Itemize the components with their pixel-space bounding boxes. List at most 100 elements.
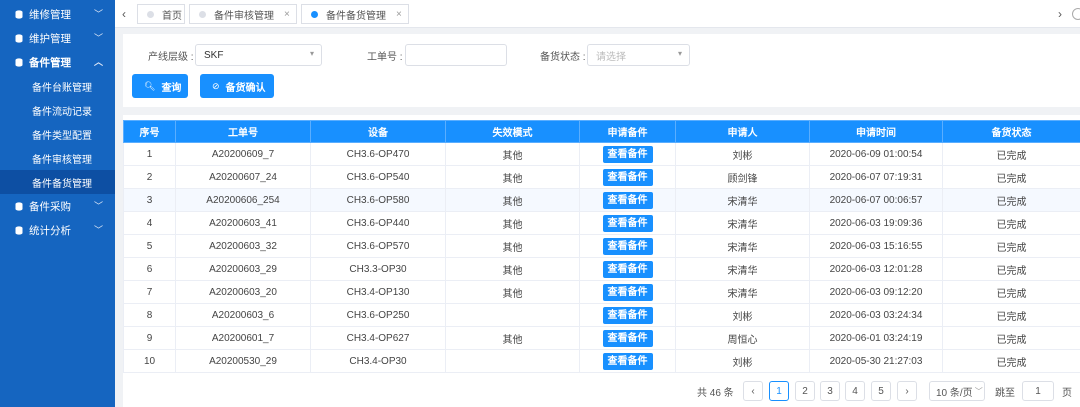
table-row[interactable]: 3 A20200606_254 CH3.6-OP580 其他 查看备件 宋清华 … xyxy=(123,188,1080,212)
view-parts-button[interactable]: 查看备件 xyxy=(602,329,653,347)
col-header-parts[interactable]: 申请备件 xyxy=(579,120,676,143)
view-parts-button[interactable]: 查看备件 xyxy=(602,191,653,209)
table-row[interactable]: 6 A20200603_29 CH3.3-OP30 其他 查看备件 宋清华 20… xyxy=(123,257,1080,281)
cell-order: A20200603_6 xyxy=(175,303,311,327)
chevron-down-icon: ﹀ xyxy=(93,201,103,211)
query-button[interactable]: 🔍︎ 查询 xyxy=(132,74,188,98)
tab-audit[interactable]: 备件审核管理 × xyxy=(189,4,297,24)
status-select[interactable]: 请选择 ▾ xyxy=(587,44,690,66)
nav-sub-ledger[interactable]: 备件台账管理 xyxy=(0,74,115,98)
nav-group-label: 备件管理 xyxy=(29,56,71,69)
nav-sub-stocking[interactable]: 备件备货管理 xyxy=(0,170,115,194)
cell-time: 2020-06-03 15:16:55 xyxy=(809,234,943,258)
next-page-button[interactable]: › xyxy=(897,381,917,401)
db-icon xyxy=(14,9,23,19)
view-parts-button[interactable]: 查看备件 xyxy=(602,260,653,278)
nav-sub-flow-records[interactable]: 备件流动记录 xyxy=(0,98,115,122)
table-row[interactable]: 9 A20200601_7 CH3.4-OP627 其他 查看备件 周恒心 20… xyxy=(123,326,1080,350)
main-panel: 产线层级 : SKF ▾ 工单号 : 备货状态 : 请选择 ▾ 🔍︎ 查询 ⊘ … xyxy=(123,34,1080,407)
cell-order: A20200603_29 xyxy=(175,257,311,281)
view-parts-button[interactable]: 查看备件 xyxy=(602,145,653,163)
cell-parts: 查看备件 xyxy=(579,280,676,304)
tab-home[interactable]: 首页 xyxy=(137,4,185,24)
view-parts-button[interactable]: 查看备件 xyxy=(602,352,653,370)
tab-stocking[interactable]: 备件备货管理 × xyxy=(301,4,409,24)
page-size-select[interactable]: 10 条/页 ﹀ xyxy=(929,381,985,401)
col-header-mode[interactable]: 失效模式 xyxy=(445,120,580,143)
nav-sub-type-config[interactable]: 备件类型配置 xyxy=(0,122,115,146)
status-label: 备货状态 : xyxy=(540,52,586,63)
nav-sub-audit[interactable]: 备件审核管理 xyxy=(0,146,115,170)
nav-group-maintenance[interactable]: 维护管理 ﹀ xyxy=(0,26,115,50)
cell-mode: 其他 xyxy=(445,142,580,166)
db-icon xyxy=(14,225,23,235)
view-parts-button[interactable]: 查看备件 xyxy=(602,306,653,324)
col-header-order[interactable]: 工单号 xyxy=(175,120,311,143)
view-parts-button[interactable]: 查看备件 xyxy=(602,168,653,186)
tab-label: 备件审核管理 xyxy=(214,10,274,22)
status-placeholder: 请选择 xyxy=(596,51,626,63)
table-body: 1 A20200609_7 CH3.6-OP470 其他 查看备件 刘彬 202… xyxy=(123,142,1080,373)
nav-group-repair[interactable]: 维修管理 ﹀ xyxy=(0,2,115,26)
cell-device: CH3.4-OP30 xyxy=(310,349,446,373)
cell-order: A20200530_29 xyxy=(175,349,311,373)
cell-status: 已完成 xyxy=(942,142,1080,166)
page-3-button[interactable]: 3 xyxy=(820,381,840,401)
table-row[interactable]: 10 A20200530_29 CH3.4-OP30 查看备件 刘彬 2020-… xyxy=(123,349,1080,373)
cell-mode: 其他 xyxy=(445,188,580,212)
page-1-button[interactable]: 1 xyxy=(769,381,789,401)
col-header-device[interactable]: 设备 xyxy=(310,120,446,143)
cell-no: 6 xyxy=(123,257,176,281)
nav-group-spare-parts[interactable]: 备件管理 ︿ xyxy=(0,50,115,74)
goto-page-input[interactable]: 1 xyxy=(1022,381,1054,401)
pagination: 共 46 条 ‹ 1 2 3 4 5 › 10 条/页 ﹀ 跳至 1 页 xyxy=(123,381,1080,401)
order-no-input[interactable] xyxy=(405,44,507,66)
table-row[interactable]: 5 A20200603_32 CH3.6-OP570 其他 查看备件 宋清华 2… xyxy=(123,234,1080,258)
table-row[interactable]: 2 A20200607_24 CH3.6-OP540 其他 查看备件 顾剑锋 2… xyxy=(123,165,1080,189)
table-header-row: 序号 工单号 设备 失效模式 申请备件 申请人 申请时间 备货状态 xyxy=(123,120,1080,143)
chevron-down-icon: ﹀ xyxy=(93,33,103,43)
col-header-person[interactable]: 申请人 xyxy=(675,120,810,143)
page-unit-label: 页 xyxy=(1062,388,1072,399)
nav-group-statistics[interactable]: 统计分析 ﹀ xyxy=(0,218,115,242)
line-level-select[interactable]: SKF ▾ xyxy=(195,44,322,66)
cell-no: 9 xyxy=(123,326,176,350)
cell-no: 4 xyxy=(123,211,176,235)
table-row[interactable]: 4 A20200603_41 CH3.6-OP440 其他 查看备件 宋清华 2… xyxy=(123,211,1080,235)
search-icon: 🔍︎ xyxy=(144,80,156,91)
nav-group-purchase[interactable]: 备件采购 ﹀ xyxy=(0,194,115,218)
col-header-status[interactable]: 备货状态 xyxy=(942,120,1080,143)
cell-parts: 查看备件 xyxy=(579,211,676,235)
tab-menu-icon[interactable] xyxy=(1072,8,1080,20)
page-2-button[interactable]: 2 xyxy=(795,381,815,401)
col-header-no[interactable]: 序号 xyxy=(123,120,176,143)
cell-device: CH3.6-OP570 xyxy=(310,234,446,258)
tab-scroll-left-icon[interactable]: ‹ xyxy=(117,4,131,24)
order-no-label: 工单号 : xyxy=(367,52,403,63)
chevron-up-icon: ︿ xyxy=(93,57,103,67)
view-parts-button[interactable]: 查看备件 xyxy=(602,237,653,255)
page-4-button[interactable]: 4 xyxy=(845,381,865,401)
confirm-stock-button[interactable]: ⊘ 备货确认 xyxy=(200,74,274,98)
line-level-value: SKF xyxy=(204,49,224,61)
cell-person: 刘彬 xyxy=(675,349,810,373)
page-5-button[interactable]: 5 xyxy=(871,381,891,401)
cell-person: 顾剑锋 xyxy=(675,165,810,189)
table-row[interactable]: 1 A20200609_7 CH3.6-OP470 其他 查看备件 刘彬 202… xyxy=(123,142,1080,166)
cell-parts: 查看备件 xyxy=(579,257,676,281)
tab-scroll-right-icon[interactable]: › xyxy=(1053,4,1067,24)
cell-device: CH3.6-OP540 xyxy=(310,165,446,189)
table-row[interactable]: 7 A20200603_20 CH3.4-OP130 其他 查看备件 宋清华 2… xyxy=(123,280,1080,304)
prev-page-button[interactable]: ‹ xyxy=(743,381,763,401)
close-icon[interactable]: × xyxy=(284,9,290,20)
cell-person: 宋清华 xyxy=(675,211,810,235)
close-icon[interactable]: × xyxy=(396,9,402,20)
nav-group-label: 维护管理 xyxy=(29,32,71,45)
view-parts-button[interactable]: 查看备件 xyxy=(602,283,653,301)
view-parts-button[interactable]: 查看备件 xyxy=(602,214,653,232)
col-header-time[interactable]: 申请时间 xyxy=(809,120,943,143)
cell-device: CH3.4-OP627 xyxy=(310,326,446,350)
cell-person: 刘彬 xyxy=(675,142,810,166)
cell-person: 宋清华 xyxy=(675,280,810,304)
table-row[interactable]: 8 A20200603_6 CH3.6-OP250 查看备件 刘彬 2020-0… xyxy=(123,303,1080,327)
